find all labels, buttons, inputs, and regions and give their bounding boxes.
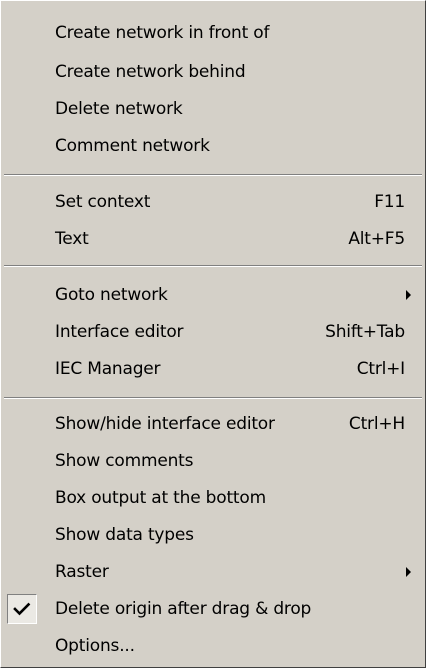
menu-item-set-context[interactable]: Set context F11 bbox=[3, 184, 423, 220]
menu-item-shortcut: F11 bbox=[374, 192, 405, 212]
menu-item-label: Delete network bbox=[55, 99, 183, 119]
menu-item-label: Show/hide interface editor bbox=[55, 414, 275, 434]
menu-separator bbox=[4, 397, 422, 399]
menu-item-label: Create network in front of bbox=[55, 23, 270, 43]
menu-item-shortcut: Ctrl+H bbox=[348, 414, 405, 434]
menu-item-label: Interface editor bbox=[55, 322, 184, 342]
submenu-arrow-icon bbox=[406, 290, 411, 300]
menu-item-shortcut: Ctrl+I bbox=[356, 359, 406, 379]
menu-separator bbox=[4, 174, 422, 176]
menu-item-text[interactable]: Text Alt+F5 bbox=[3, 221, 423, 257]
menu-item-label: Options... bbox=[55, 636, 135, 656]
menu-item-label: Goto network bbox=[55, 285, 168, 305]
menu-item-label: IEC Manager bbox=[55, 359, 161, 379]
menu-item-box-output-at-the-bottom[interactable]: Box output at the bottom bbox=[3, 480, 423, 516]
menu-item-create-network-in-front-of[interactable]: Create network in front of bbox=[3, 15, 423, 51]
menu-item-shortcut: Alt+F5 bbox=[348, 229, 405, 249]
menu-item-goto-network[interactable]: Goto network bbox=[3, 277, 423, 313]
menu-item-label: Box output at the bottom bbox=[55, 488, 266, 508]
menu-item-raster[interactable]: Raster bbox=[3, 554, 423, 590]
menu-item-iec-manager[interactable]: IEC Manager Ctrl+I bbox=[3, 351, 423, 387]
menu-item-create-network-behind[interactable]: Create network behind bbox=[3, 54, 423, 90]
menu-item-delete-origin-after-drag-drop[interactable]: Delete origin after drag & drop bbox=[3, 591, 423, 627]
menu-item-label: Show comments bbox=[55, 451, 194, 471]
menu-separator bbox=[4, 265, 422, 267]
menu-item-show-comments[interactable]: Show comments bbox=[3, 443, 423, 479]
menu-item-label: Set context bbox=[55, 192, 151, 212]
menu-item-label: Comment network bbox=[55, 136, 210, 156]
menu-item-label: Delete origin after drag & drop bbox=[55, 599, 312, 619]
menu-item-label: Show data types bbox=[55, 525, 194, 545]
menu-item-options[interactable]: Options... bbox=[3, 628, 423, 664]
menu-item-label: Create network behind bbox=[55, 62, 246, 82]
checkbox bbox=[7, 594, 37, 624]
menu-item-label: Text bbox=[55, 229, 89, 249]
menu-item-interface-editor[interactable]: Interface editor Shift+Tab bbox=[3, 314, 423, 350]
menu-item-shortcut: Shift+Tab bbox=[325, 322, 405, 342]
menu-item-show-hide-interface-editor[interactable]: Show/hide interface editor Ctrl+H bbox=[3, 406, 423, 442]
menu-item-delete-network[interactable]: Delete network bbox=[3, 91, 423, 127]
checkmark-icon bbox=[13, 602, 31, 616]
menu-item-label: Raster bbox=[55, 562, 109, 582]
menu-item-comment-network[interactable]: Comment network bbox=[3, 128, 423, 164]
menu-item-show-data-types[interactable]: Show data types bbox=[3, 517, 423, 553]
context-menu: Create network in front of Create networ… bbox=[0, 0, 426, 668]
submenu-arrow-icon bbox=[406, 567, 411, 577]
